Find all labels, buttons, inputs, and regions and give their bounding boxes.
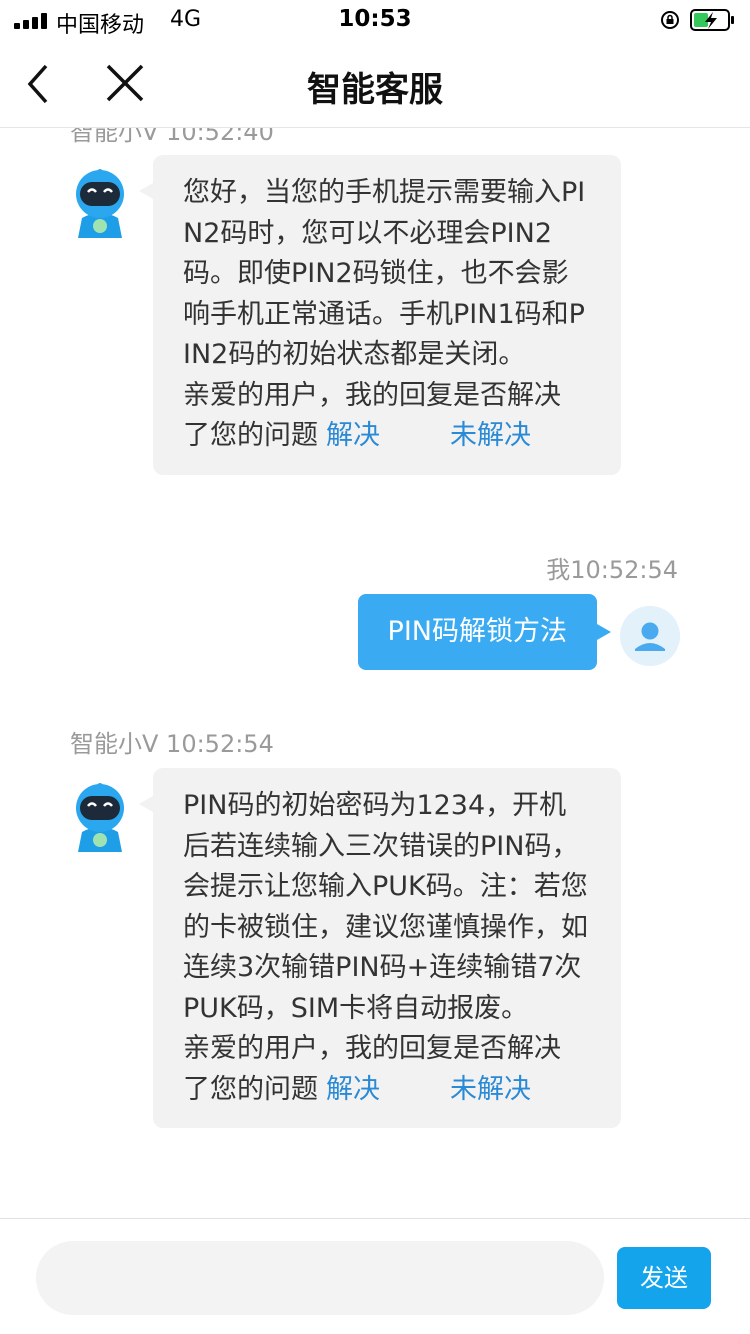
chat-message-list[interactable]: 智能小V 10:52:40 您好，当您的手机提示需要输入PIN2码时，您可以不必… — [0, 100, 750, 1218]
message-input-bar: 发送 — [0, 1218, 750, 1334]
message-input[interactable] — [36, 1241, 604, 1315]
message-text: PIN码解锁方法 — [387, 616, 567, 647]
feedback-prompt: 了您的问题 — [183, 1073, 318, 1105]
message-text: 您好，当您的手机提示需要输入PIN2码时，您可以不必理会PIN2码。即使PIN2… — [183, 177, 586, 370]
feedback-prompt: 亲爱的用户，我的回复是否解决 — [183, 379, 561, 411]
feedback-row: 了您的问题 解决 未解决 — [183, 416, 591, 457]
unsolved-link[interactable]: 未解决 — [450, 420, 531, 451]
feedback-prompt: 了您的问题 — [183, 420, 318, 451]
user-message-bubble: PIN码解锁方法 — [357, 594, 612, 670]
page-title: 智能客服 — [307, 70, 443, 110]
bot-message-bubble: PIN码的初始密码为1234，开机后若连续输入三次错误的PIN码，会提示让您输入… — [139, 768, 621, 1128]
message-text: PIN码的初始密码为1234，开机后若连续输入三次错误的PIN码，会提示让您输入… — [183, 790, 588, 1024]
message-sender-time: 智能小V 10:52:54 — [70, 730, 274, 758]
bot-message-bubble: 您好，当您的手机提示需要输入PIN2码时，您可以不必理会PIN2码。即使PIN2… — [139, 155, 621, 475]
status-time: 10:53 — [338, 6, 412, 32]
solved-link[interactable]: 解决 — [326, 420, 380, 451]
status-bar: 中国移动 4G 10:53 — [0, 0, 750, 40]
feedback-prompt: 亲爱的用户，我的回复是否解决 — [183, 1033, 561, 1064]
battery-charging-icon — [690, 9, 734, 31]
nav-bar: 智能客服 — [0, 40, 750, 128]
feedback-row: 了您的问题 解决 未解决 — [183, 1070, 591, 1111]
unsolved-link[interactable]: 未解决 — [450, 1074, 531, 1105]
user-avatar-icon — [620, 606, 680, 666]
solved-link[interactable]: 解决 — [326, 1074, 380, 1105]
rotation-lock-icon — [661, 11, 679, 29]
send-button[interactable]: 发送 — [617, 1247, 711, 1309]
message-sender-time: 我10:52:54 — [546, 556, 678, 584]
robot-avatar-icon — [76, 169, 124, 238]
robot-avatar-icon — [76, 783, 124, 852]
